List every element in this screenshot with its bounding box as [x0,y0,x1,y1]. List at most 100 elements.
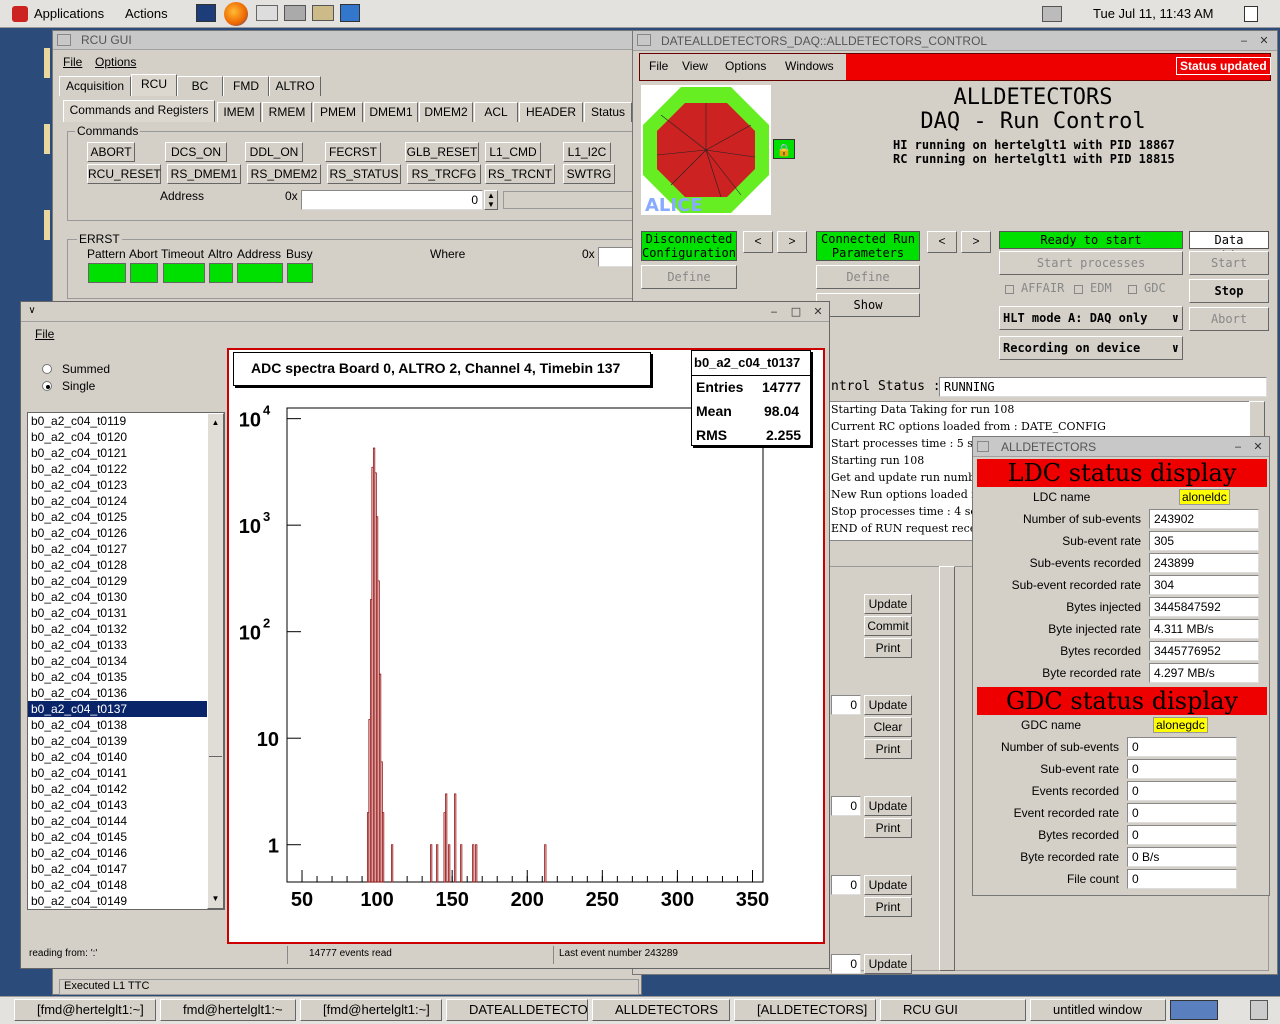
timebin-list-item[interactable]: b0_a2_c04_t0122 [28,461,207,477]
scroll-down-arrow[interactable]: ▼ [208,890,223,908]
taskbar-item[interactable]: ALLDETECTORS [592,999,730,1021]
timebin-list-item[interactable]: b0_a2_c04_t0132 [28,621,207,637]
timebin-list-item[interactable]: b0_a2_c04_t0143 [28,797,207,813]
timebin-list-item[interactable]: b0_a2_c04_t0145 [28,829,207,845]
desktop-folder-icon[interactable] [44,210,50,240]
timebin-list-item[interactable]: b0_a2_c04_t0121 [28,445,207,461]
zero-field[interactable]: 0 [831,875,861,895]
timebin-list-item[interactable]: b0_a2_c04_t0126 [28,525,207,541]
timebin-list-item[interactable]: b0_a2_c04_t0119 [28,413,207,429]
window-menu-icon[interactable] [57,34,71,46]
define-button-2[interactable]: Define [816,265,920,289]
cmd-swtrg-button[interactable]: SWTRG [563,164,615,184]
cmd-abort-button[interactable]: ABORT [87,142,135,162]
timebin-list-item[interactable]: b0_a2_c04_t0139 [28,733,207,749]
daq-menu-view[interactable]: View [682,59,708,73]
show-desktop-icon[interactable] [1244,6,1258,22]
firefox-launcher-icon[interactable] [224,2,248,26]
zero-field[interactable]: 0 [831,954,861,974]
desktop-folder-icon[interactable] [44,124,50,154]
terminal-launcher-icon[interactable] [196,4,216,22]
close-button[interactable]: ✕ [1251,441,1265,453]
cmd-fecrst-button[interactable]: FECRST [325,142,381,162]
side-print-button[interactable]: Print [864,818,912,838]
timebin-list-item[interactable]: b0_a2_c04_t0131 [28,605,207,621]
cmd-rs-trcfg-button[interactable]: RS_TRCFG [407,164,481,184]
side-update-button[interactable]: Update [864,954,912,974]
prev-button[interactable]: < [743,231,773,253]
rcu-titlebar[interactable]: RCU GUI [53,31,641,50]
start-button[interactable]: Start [1189,251,1269,275]
tab-dmem2[interactable]: DMEM2 [419,102,473,122]
taskbar-item[interactable]: untitled window [1030,999,1166,1021]
notes-launcher-icon[interactable] [312,5,334,21]
window-menu-icon[interactable] [637,34,651,46]
taskbar-item[interactable]: [ALLDETECTORS] [734,999,876,1021]
cmd-rcu-reset-button[interactable]: RCU_RESET [87,164,161,184]
tab-header[interactable]: HEADER [519,102,583,122]
minimize-button[interactable]: ‒ [1231,441,1245,453]
desktop-folder-icon[interactable] [44,48,50,78]
side-update-button[interactable]: Update [864,875,912,895]
list-scrollbar[interactable]: ▲ ▼ [207,413,224,909]
timebin-list-item[interactable]: b0_a2_c04_t0148 [28,877,207,893]
timebin-list[interactable]: b0_a2_c04_t0119 b0_a2_c04_t0120 b0_a2_c04_… [27,412,225,910]
define-button[interactable]: Define [641,265,737,289]
taskbar-item[interactable]: RCU GUI [880,999,1026,1021]
cmd-l1-cmd-button[interactable]: L1_CMD [485,142,541,162]
timebin-list-item[interactable]: b0_a2_c04_t0147 [28,861,207,877]
zero-field[interactable]: 0 [831,796,861,816]
taskbar-item[interactable]: [fmd@hertelglt1:~] [300,999,442,1021]
timebin-list-item[interactable]: b0_a2_c04_t0140 [28,749,207,765]
tab-rcu[interactable]: RCU [131,74,177,96]
timebin-list-item[interactable]: b0_a2_c04_t0133 [28,637,207,653]
cmd-rs-dmem2-button[interactable]: RS_DMEM2 [247,164,321,184]
minimize-button[interactable]: ‒ [1237,35,1251,47]
tab-acquisition[interactable]: Acquisition [59,76,131,96]
cmd-rs-status-button[interactable]: RS_STATUS [327,164,401,184]
daq-menu-file[interactable]: File [649,59,668,73]
tab-commands-registers[interactable]: Commands and Registers [63,100,215,122]
taskbar-item[interactable]: fmd@hertelglt1:~ [160,999,296,1021]
tab-altro[interactable]: ALTRO [269,76,321,96]
tab-imem[interactable]: IMEM [217,102,261,122]
summed-radio[interactable] [42,364,52,374]
side-update-button[interactable]: Update [864,796,912,816]
start-processes-button[interactable]: Start processes [999,251,1183,275]
recording-select[interactable]: Recording on device ∨ [999,336,1183,360]
panel-clock[interactable]: Tue Jul 11, 11:43 AM [1093,6,1213,21]
cmd-rs-trcnt-button[interactable]: RS_TRCNT [485,164,555,184]
trash-icon[interactable] [1250,1000,1268,1020]
rcu-menu-options[interactable]: Options [95,55,136,69]
zero-field[interactable]: 0 [831,695,861,715]
cmd-dcs-on-button[interactable]: DCS_ON [165,142,227,162]
close-button[interactable]: ✕ [1257,35,1271,47]
mail-launcher-icon[interactable] [256,5,278,21]
timebin-list-item[interactable]: b0_a2_c04_t0138 [28,717,207,733]
tab-acl[interactable]: ACL [474,102,518,122]
address-stepper[interactable]: ▲ ▼ [484,190,498,210]
applications-menu[interactable]: Applications [34,6,104,21]
tab-dmem1[interactable]: DMEM1 [364,102,418,122]
tab-bc[interactable]: BC [177,76,223,96]
cmd-glb-reset-button[interactable]: GLB_RESET [405,142,479,162]
timebin-list-item[interactable]: b0_a2_c04_t0134 [28,653,207,669]
prev-button-2[interactable]: < [927,231,957,253]
actions-menu[interactable]: Actions [125,6,168,21]
cmd-rs-dmem1-button[interactable]: RS_DMEM1 [167,164,241,184]
presentation-launcher-icon[interactable] [340,4,360,22]
lock-icon[interactable]: 🔒 [773,139,795,159]
timebin-list-item[interactable]: b0_a2_c04_t0136 [28,685,207,701]
spectra-titlebar[interactable]: ∨ ‒ □ ✕ [21,302,829,322]
lower-scrollbar[interactable] [939,566,955,971]
show-button[interactable]: Show [816,293,920,317]
timebin-list-item[interactable]: b0_a2_c04_t0127 [28,541,207,557]
hlt-mode-select[interactable]: HLT mode A: DAQ only ∨ [999,306,1183,330]
spectra-menu-file[interactable]: File [35,327,54,341]
timebin-list-item[interactable]: b0_a2_c04_t0129 [28,573,207,589]
print-launcher-icon[interactable] [284,5,306,21]
taskbar-item[interactable]: DATEALLDETECTO [446,999,588,1021]
scroll-up-arrow[interactable]: ▲ [208,414,223,432]
side-clear-button[interactable]: Clear [864,717,912,737]
abort-button[interactable]: Abort [1189,307,1269,331]
